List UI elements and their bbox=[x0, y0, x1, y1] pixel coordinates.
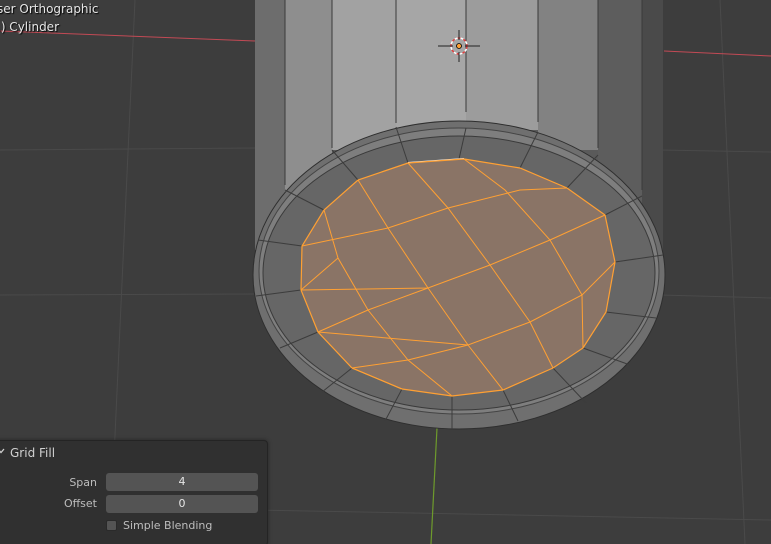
redo-last-panel: Grid Fill Span 4 Offset 0 Simple Blendin… bbox=[0, 440, 268, 544]
panel-header[interactable]: Grid Fill bbox=[0, 441, 267, 465]
active-object-label: .) Cylinder bbox=[0, 20, 59, 34]
object-origin-icon bbox=[456, 43, 462, 49]
offset-field[interactable]: 0 bbox=[106, 495, 258, 513]
cylinder-face bbox=[538, 0, 598, 150]
cylinder-face bbox=[332, 0, 396, 150]
panel-title: Grid Fill bbox=[10, 446, 56, 460]
offset-label: Offset bbox=[63, 497, 97, 510]
y-axis-line bbox=[430, 427, 438, 544]
cylinder-face bbox=[466, 0, 538, 130]
view-name-label: ser Orthographic bbox=[0, 2, 99, 16]
checkbox-icon[interactable] bbox=[106, 520, 117, 531]
simple-blending-label: Simple Blending bbox=[123, 519, 213, 532]
cylinder-face bbox=[396, 0, 466, 130]
x-axis-line-right bbox=[663, 50, 771, 57]
span-label: Span bbox=[69, 476, 97, 489]
cylinder-mesh[interactable] bbox=[252, 0, 666, 430]
3d-viewport[interactable]: ser Orthographic .) Cylinder Grid Fill S… bbox=[0, 0, 771, 544]
chevron-down-icon[interactable] bbox=[0, 447, 5, 455]
span-field[interactable]: 4 bbox=[106, 473, 258, 491]
